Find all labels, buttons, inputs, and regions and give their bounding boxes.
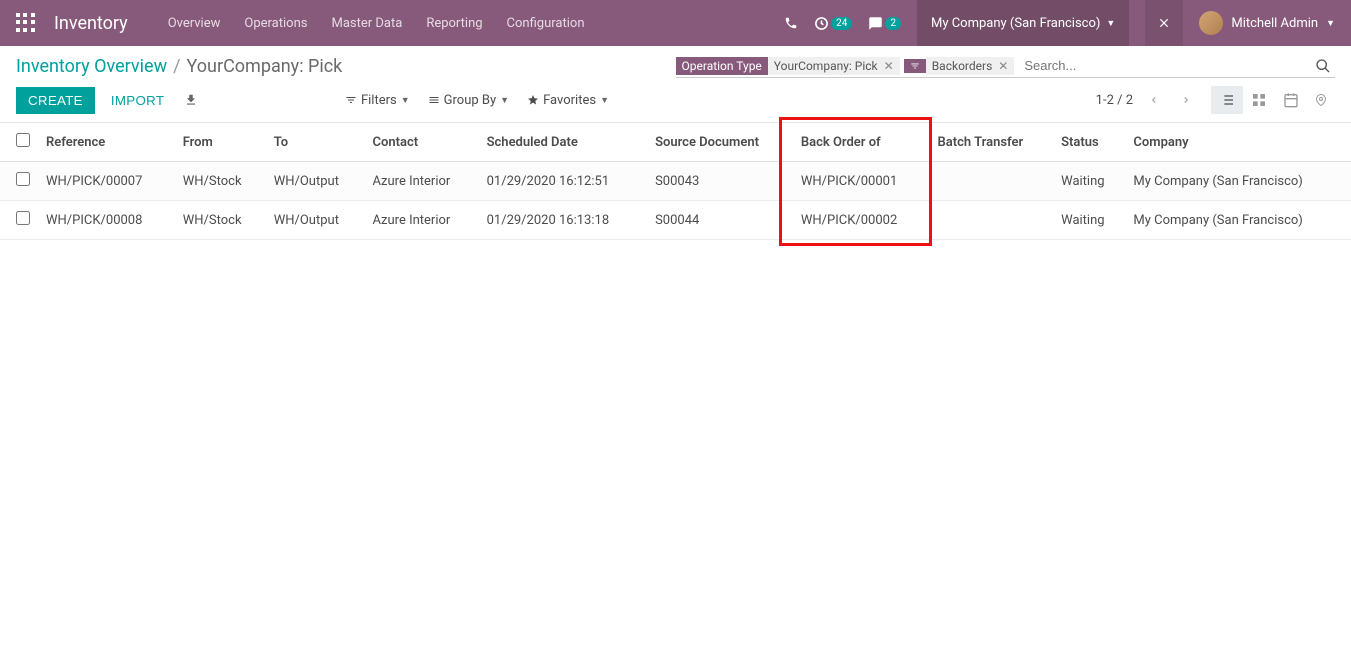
filter-icon [904,59,926,73]
cell-status: Waiting [1053,201,1125,240]
col-from[interactable]: From [175,123,266,162]
cell-company: My Company (San Francisco) [1125,201,1351,240]
list-view-icon[interactable] [1211,86,1243,114]
table-header-row: Reference From To Contact Scheduled Date… [0,123,1351,162]
favorites-button[interactable]: Favorites ▼ [527,93,609,108]
debug-icon[interactable] [1145,0,1183,46]
breadcrumb: Inventory Overview / YourCompany: Pick [16,56,676,77]
map-view-icon[interactable] [1307,86,1335,114]
apps-icon[interactable] [16,13,36,33]
chevron-down-icon: ▼ [600,95,609,106]
nav-operations[interactable]: Operations [244,16,307,31]
chat-badge: 2 [885,17,901,30]
col-source[interactable]: Source Document [647,123,793,162]
col-batch[interactable]: Batch Transfer [930,123,1054,162]
row-checkbox[interactable] [16,172,30,186]
close-icon[interactable]: ✕ [884,59,894,73]
company-switcher[interactable]: My Company (San Francisco) ▼ [917,0,1129,46]
avatar [1199,11,1223,35]
user-label: Mitchell Admin [1231,16,1318,31]
cell-from: WH/Stock [175,162,266,201]
table-wrap: Reference From To Contact Scheduled Date… [0,123,1351,240]
cell-reference: WH/PICK/00007 [38,162,175,201]
cell-from: WH/Stock [175,201,266,240]
cell-batch [930,162,1054,201]
cell-contact: Azure Interior [365,201,479,240]
app-title[interactable]: Inventory [54,13,128,34]
col-reference[interactable]: Reference [38,123,175,162]
nav-configuration[interactable]: Configuration [507,16,585,31]
nav-overview[interactable]: Overview [168,16,221,31]
select-all-cell [0,123,38,162]
nav-master-data[interactable]: Master Data [331,16,402,31]
col-status[interactable]: Status [1053,123,1125,162]
chevron-down-icon: ▼ [1106,18,1115,29]
facet-label: Operation Type [676,57,768,75]
table-row[interactable]: WH/PICK/00008 WH/Stock WH/Output Azure I… [0,201,1351,240]
main-navbar: Inventory Overview Operations Master Dat… [0,0,1351,46]
view-switcher [1211,86,1335,114]
chat-icon[interactable]: 2 [868,16,901,31]
cell-reference: WH/PICK/00008 [38,201,175,240]
pager-text: 1-2 / 2 [1096,93,1133,108]
calendar-view-icon[interactable] [1275,86,1307,114]
cell-to: WH/Output [266,201,365,240]
search-area: Operation Type YourCompany: Pick ✕ Backo… [676,56,1336,78]
col-to[interactable]: To [266,123,365,162]
toolbar-mid: Filters ▼ Group By ▼ Favorites ▼ [0,93,1096,108]
facet-operation-type: Operation Type YourCompany: Pick ✕ [676,57,900,75]
search-icon[interactable] [1311,58,1335,74]
chevron-down-icon: ▼ [401,95,410,106]
table-row[interactable]: WH/PICK/00007 WH/Stock WH/Output Azure I… [0,162,1351,201]
facet-value: YourCompany: Pick ✕ [768,57,900,75]
select-all-checkbox[interactable] [16,133,30,147]
nav-right: 24 2 My Company (San Francisco) ▼ Mitche… [784,0,1335,46]
row-checkbox[interactable] [16,211,30,225]
phone-icon[interactable] [784,16,798,30]
pager: 1-2 / 2 [1096,91,1197,109]
kanban-view-icon[interactable] [1243,86,1275,114]
col-scheduled[interactable]: Scheduled Date [479,123,647,162]
cell-scheduled: 01/29/2020 16:12:51 [479,162,647,201]
search-input[interactable] [1018,56,1311,75]
chevron-down-icon: ▼ [500,95,509,106]
col-contact[interactable]: Contact [365,123,479,162]
cell-source: S00043 [647,162,793,201]
cell-source: S00044 [647,201,793,240]
nav-reporting[interactable]: Reporting [426,16,482,31]
cell-scheduled: 01/29/2020 16:13:18 [479,201,647,240]
groupby-button[interactable]: Group By ▼ [428,93,509,108]
pager-next[interactable] [1175,91,1197,109]
cell-backorder: WH/PICK/00001 [793,162,930,201]
cell-contact: Azure Interior [365,162,479,201]
chevron-down-icon: ▼ [1326,18,1335,29]
col-company[interactable]: Company [1125,123,1351,162]
filters-button[interactable]: Filters ▼ [345,93,410,108]
breadcrumb-current: YourCompany: Pick [187,56,343,77]
breadcrumb-sep: / [173,56,180,77]
close-icon[interactable]: ✕ [998,59,1008,73]
toolbar: CREATE IMPORT Filters ▼ Group By ▼ Favor… [0,78,1351,123]
cell-status: Waiting [1053,162,1125,201]
cell-backorder: WH/PICK/00002 [793,201,930,240]
breadcrumb-root[interactable]: Inventory Overview [16,56,167,77]
facet-backorders: Backorders ✕ [904,57,1015,75]
activity-badge: 24 [831,17,852,30]
control-row: Inventory Overview / YourCompany: Pick O… [0,46,1351,78]
picking-table: Reference From To Contact Scheduled Date… [0,123,1351,240]
cell-batch [930,201,1054,240]
company-label: My Company (San Francisco) [931,16,1100,31]
facet-value: Backorders ✕ [926,57,1015,75]
cell-company: My Company (San Francisco) [1125,162,1351,201]
col-backorder[interactable]: Back Order of [793,123,930,162]
pager-prev[interactable] [1143,91,1165,109]
cell-to: WH/Output [266,162,365,201]
activity-icon[interactable]: 24 [814,16,852,31]
toolbar-right: 1-2 / 2 [1096,86,1335,114]
user-menu[interactable]: Mitchell Admin ▼ [1199,11,1335,35]
nav-menu: Overview Operations Master Data Reportin… [168,16,784,31]
